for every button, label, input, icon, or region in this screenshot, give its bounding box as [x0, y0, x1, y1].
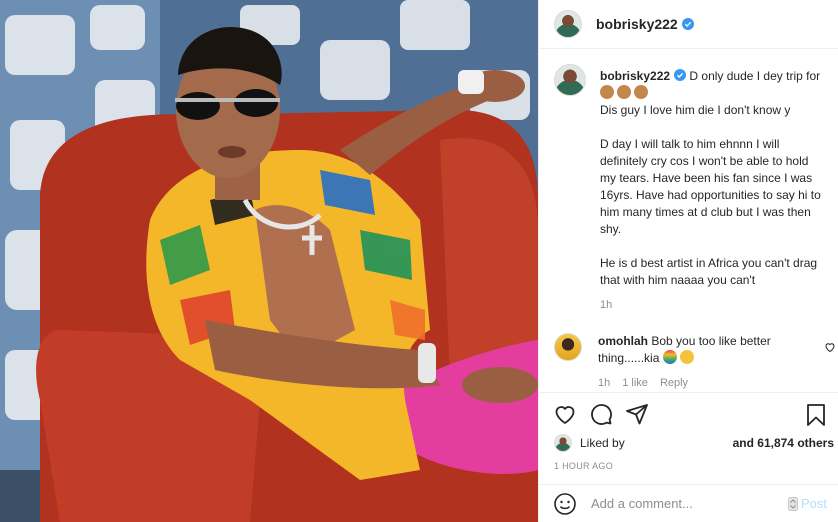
rainbow-emoji-icon: [662, 350, 677, 364]
like-button[interactable]: [553, 402, 577, 426]
post-header: bobrisky222: [539, 0, 838, 49]
add-comment-bar: Post: [539, 484, 838, 522]
post-button[interactable]: Post: [787, 496, 827, 511]
action-bar: [539, 392, 838, 435]
liker-avatar[interactable]: [554, 434, 572, 452]
caption-text: Dis guy I love him die I don't know y D …: [600, 103, 821, 287]
comment-like-heart-icon[interactable]: [824, 341, 836, 353]
add-comment-input[interactable]: [591, 496, 781, 511]
commenter-avatar[interactable]: [554, 333, 582, 361]
heart-eyes-emoji-icon: [679, 350, 694, 364]
post-image: [0, 0, 538, 522]
comment-body: omohlah Bob you too like better thing...…: [598, 333, 798, 392]
comment-meta: 1h 1 like Reply: [598, 375, 798, 392]
post-photo: [0, 0, 538, 522]
caption-time[interactable]: 1h: [600, 297, 612, 314]
caption-block: bobrisky222 D only dude I dey trip for D…: [554, 64, 826, 314]
comment-button[interactable]: [589, 402, 613, 426]
likes-row: Liked by and 61,874 others: [554, 433, 834, 453]
comment-username[interactable]: omohlah: [598, 334, 648, 348]
avatar[interactable]: [554, 10, 582, 38]
caption-body: bobrisky222 D only dude I dey trip for D…: [600, 68, 824, 314]
reply-button[interactable]: Reply: [660, 375, 688, 392]
comment-likes[interactable]: 1 like: [622, 375, 648, 392]
comment-time[interactable]: 1h: [598, 375, 610, 392]
see-no-evil-emoji-icon: [600, 85, 651, 100]
caption-username[interactable]: bobrisky222: [600, 69, 670, 83]
heart-icon: [555, 406, 575, 425]
comment-icon: [591, 404, 612, 425]
liked-by-label: Liked by: [580, 436, 625, 450]
post-timestamp[interactable]: 1 HOUR AGO: [554, 461, 613, 471]
drag-handle-icon: [787, 496, 798, 511]
bookmark-icon[interactable]: [805, 403, 827, 427]
caption-avatar[interactable]: [554, 64, 586, 96]
post-side-panel: bobrisky222 bobrisky222 D only dude I de…: [538, 0, 838, 522]
emoji-icon[interactable]: [553, 492, 577, 516]
comment-row: omohlah Bob you too like better thing...…: [554, 333, 836, 392]
caption-meta: 1h: [600, 297, 824, 314]
share-icon: [626, 404, 648, 425]
caption-first-line: D only dude I dey trip for: [689, 69, 821, 83]
share-button[interactable]: [625, 402, 649, 426]
verified-badge-icon: [674, 69, 687, 81]
header-username[interactable]: bobrisky222: [596, 16, 694, 32]
post-button-label: Post: [800, 496, 827, 511]
caption: bobrisky222 D only dude I dey trip for D…: [554, 64, 826, 314]
verified-badge-icon: [681, 18, 694, 30]
likes-count[interactable]: and 61,874 others: [733, 436, 834, 450]
